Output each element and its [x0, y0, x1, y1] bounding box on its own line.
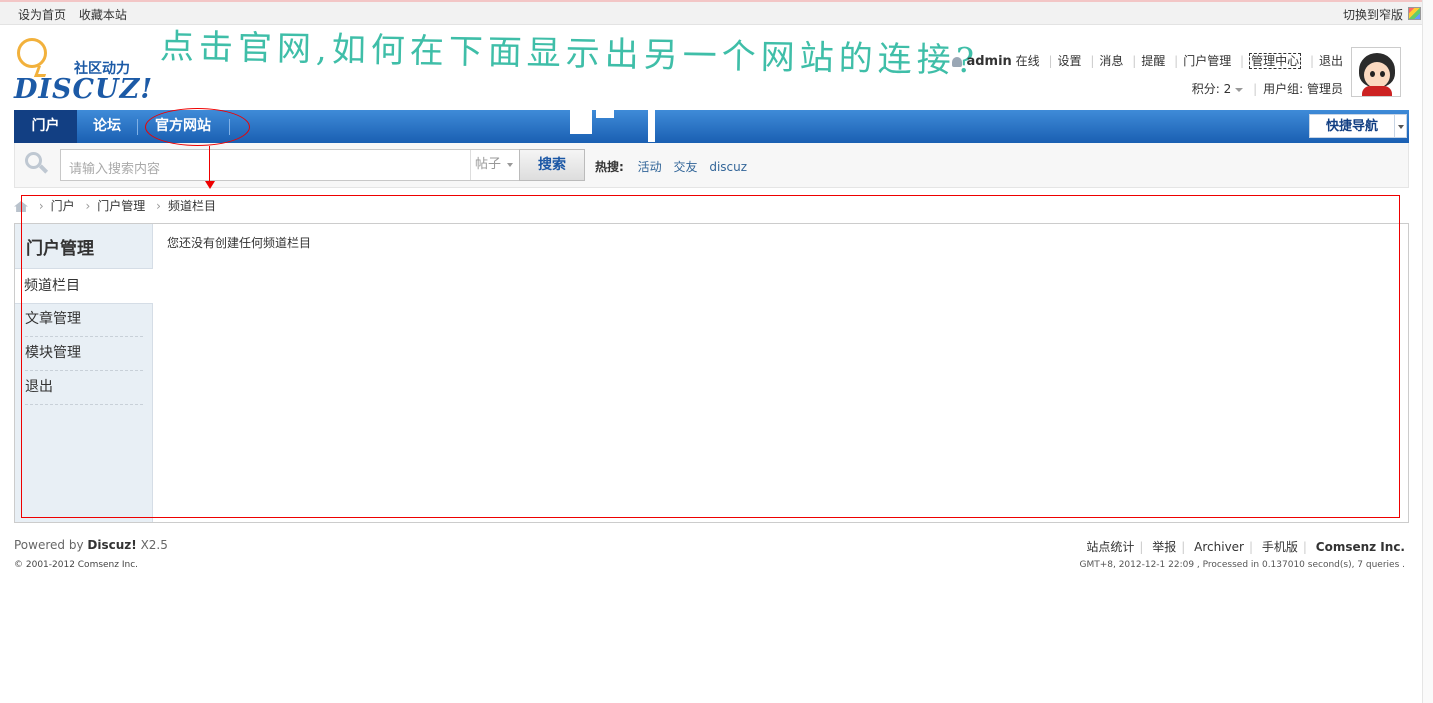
- scrollbar[interactable]: [1422, 0, 1433, 703]
- archiver-link[interactable]: Archiver: [1194, 540, 1244, 554]
- user-icon: [952, 56, 963, 67]
- footer-debug-info: GMT+8, 2012-12-1 22:09 , Processed in 0.…: [1079, 560, 1405, 570]
- search-icon-handle: [38, 164, 49, 174]
- hot-term[interactable]: 交友: [673, 160, 697, 174]
- user-group-link[interactable]: 用户组: 管理员: [1263, 82, 1343, 96]
- quick-nav-chevron-icon[interactable]: [1395, 114, 1407, 138]
- footer-links: 站点统计 | 举报 | Archiver | 手机版 | Comsenz Inc.: [1086, 540, 1405, 554]
- footer-copyright: © 2001-2012 Comsenz Inc.: [14, 560, 139, 570]
- logo-wordmark: DISCUZ!: [14, 74, 154, 105]
- comsenz-link[interactable]: Comsenz Inc.: [1316, 540, 1405, 554]
- username-link[interactable]: admin: [966, 54, 1011, 69]
- avatar-eye-right: [1380, 71, 1385, 77]
- mobile-link[interactable]: 手机版: [1262, 540, 1298, 554]
- search-bar: 请输入搜索内容 帖子 搜索 热搜: 活动 交友 discuz: [14, 143, 1409, 188]
- user-stats: 积分: 2 | 用户组: 管理员: [1191, 82, 1343, 96]
- powered-version: X2.5: [140, 538, 168, 552]
- search-placeholder: 请输入搜索内容: [69, 162, 161, 177]
- annotation-ellipse: [145, 108, 250, 146]
- powered-prefix: Powered by: [14, 538, 84, 552]
- settings-link[interactable]: 设置: [1058, 54, 1082, 68]
- avatar-body: [1362, 86, 1392, 96]
- handwritten-annotation: 点击官网,如何在下面显示出另一个网站的连接?: [159, 26, 980, 82]
- portal-admin-link[interactable]: 门户管理: [1183, 54, 1231, 68]
- nav-item-portal[interactable]: 门户: [14, 110, 77, 143]
- site-stats-link[interactable]: 站点统计: [1086, 540, 1134, 554]
- points-link[interactable]: 积分: 2: [1192, 82, 1232, 96]
- notifications-link[interactable]: 提醒: [1141, 54, 1165, 68]
- avatar[interactable]: [1351, 47, 1401, 97]
- lightbulb-icon: [17, 38, 47, 68]
- messages-link[interactable]: 消息: [1099, 54, 1123, 68]
- logout-link[interactable]: 退出: [1319, 54, 1343, 68]
- hot-search-label: 热搜:: [595, 160, 624, 174]
- search-scope-select[interactable]: 帖子: [470, 150, 519, 180]
- annotation-rectangle: [21, 195, 1400, 518]
- nav-item-forum[interactable]: 论坛: [77, 110, 137, 143]
- annotation-stroke: [570, 108, 592, 134]
- user-bar: admin 在线 | 设置 | 消息 | 提醒 | 门户管理 | 管理中心 | 退出: [952, 52, 1343, 69]
- annotation-stroke: [596, 108, 614, 118]
- annotation-stroke: [648, 108, 655, 142]
- powered-brand: Discuz!: [87, 538, 137, 552]
- hot-term[interactable]: 活动: [638, 160, 662, 174]
- hot-search: 热搜: 活动 交友 discuz: [595, 158, 755, 175]
- search-button[interactable]: 搜索: [519, 149, 585, 181]
- footer-powered: Powered by Discuz! X2.5: [14, 538, 168, 552]
- search-input[interactable]: 请输入搜索内容 帖子: [60, 149, 520, 181]
- online-status: 在线: [1015, 54, 1040, 68]
- footer-company: Comsenz Inc.: [1315, 540, 1405, 554]
- search-icon: [25, 152, 49, 174]
- discuz-link[interactable]: Discuz!: [87, 538, 136, 552]
- switch-width-link[interactable]: 切换到窄版: [1343, 6, 1403, 23]
- top-bar-left: 设为首页 收藏本站: [18, 6, 127, 23]
- annotation-arrow-head: [205, 181, 215, 189]
- chevron-down-icon[interactable]: [1235, 87, 1244, 92]
- admin-center-link[interactable]: 管理中心: [1249, 53, 1302, 69]
- set-home-link[interactable]: 设为首页: [18, 8, 66, 22]
- site-logo[interactable]: 社区动力 DISCUZ!: [14, 36, 154, 106]
- avatar-eye-left: [1370, 71, 1375, 77]
- bookmark-link[interactable]: 收藏本站: [79, 8, 127, 22]
- theme-switch-icon[interactable]: [1408, 7, 1421, 20]
- annotation-arrow-line: [209, 146, 210, 182]
- report-link[interactable]: 举报: [1152, 540, 1176, 554]
- hot-term[interactable]: discuz: [709, 160, 747, 174]
- avatar-face: [1364, 62, 1390, 88]
- quick-nav-button[interactable]: 快捷导航: [1309, 114, 1395, 138]
